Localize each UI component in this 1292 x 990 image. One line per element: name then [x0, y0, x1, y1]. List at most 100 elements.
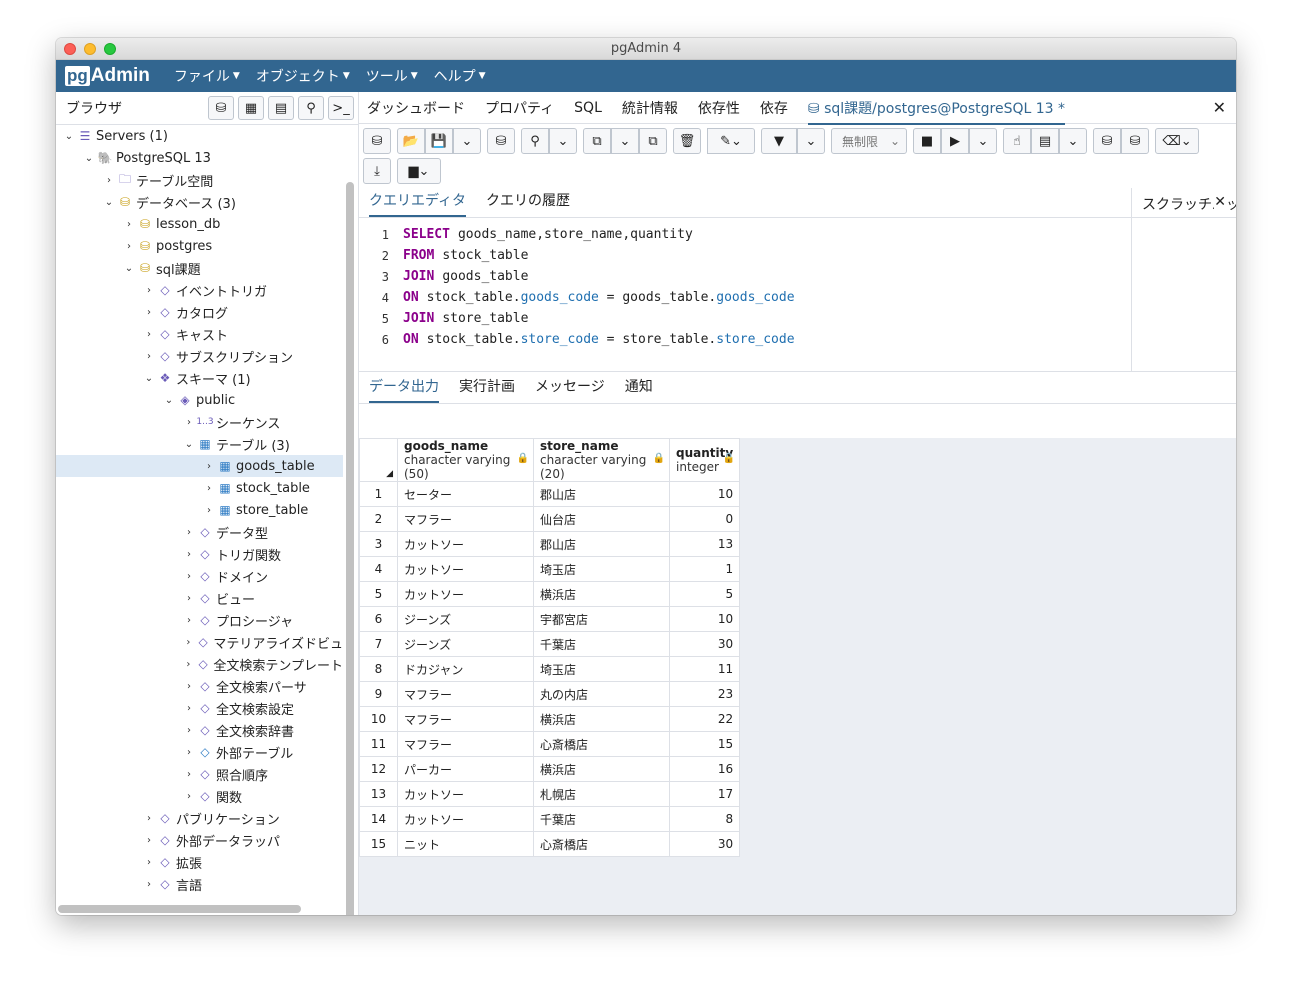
chevron-down-icon[interactable]: ⌄	[142, 373, 156, 384]
close-tab-button[interactable]: ✕	[1213, 98, 1226, 117]
find-options-button[interactable]: ⌄	[549, 128, 577, 154]
tab-dependencies[interactable]: 依存性	[698, 98, 740, 118]
table-cell[interactable]: 郡山店	[533, 481, 670, 507]
chevron-down-icon[interactable]: ⌄	[102, 197, 116, 208]
tree-node[interactable]: › ⛁ lesson_db	[56, 213, 343, 235]
tree-node[interactable]: ⌄ ⛁ sql課題	[56, 257, 343, 279]
table-cell[interactable]: 宇都宮店	[533, 606, 670, 632]
menu-tools[interactable]: ツール ▼	[366, 66, 418, 86]
table-cell[interactable]: 丸の内店	[533, 681, 670, 707]
row-number[interactable]: 5	[359, 581, 398, 607]
tree-node[interactable]: › ◇ ビュー	[56, 587, 343, 609]
tree-node[interactable]: ⌄ ⛁ データベース (3)	[56, 191, 343, 213]
close-window-button[interactable]	[64, 43, 76, 55]
row-number[interactable]: 4	[359, 556, 398, 582]
tree-node[interactable]: › 1..3 シーケンス	[56, 411, 343, 433]
table-cell[interactable]: セーター	[397, 481, 534, 507]
chevron-right-icon[interactable]: ›	[182, 615, 196, 626]
server-button[interactable]: ⛁	[363, 128, 391, 154]
chevron-right-icon[interactable]: ›	[142, 307, 156, 318]
tree-node[interactable]: › ◇ トリガ関数	[56, 543, 343, 565]
table-cell[interactable]: 23	[668, 681, 741, 707]
open-file-button[interactable]: 📂	[397, 128, 425, 154]
tree-vertical-scrollbar[interactable]	[346, 182, 354, 915]
explain-analyze-button[interactable]: ▤	[1031, 128, 1059, 154]
tree-horizontal-scrollbar[interactable]	[58, 905, 301, 913]
row-number[interactable]: 15	[359, 831, 398, 857]
tree-node[interactable]: › ◇ 照合順序	[56, 763, 343, 785]
table-row[interactable]: 5 カットソー 横浜店 5	[359, 581, 741, 607]
chevron-right-icon[interactable]: ›	[142, 813, 156, 824]
table-cell[interactable]: カットソー	[397, 581, 534, 607]
tree-node[interactable]: › ◇ カタログ	[56, 301, 343, 323]
table-cell[interactable]: 0	[668, 506, 741, 532]
tree-node[interactable]: › ◇ データ型	[56, 521, 343, 543]
row-number[interactable]: 9	[359, 681, 398, 707]
tree-node[interactable]: › ▦ stock_table	[56, 477, 343, 499]
grid-corner[interactable]: ◢	[359, 438, 398, 482]
chevron-right-icon[interactable]: ›	[182, 747, 196, 758]
query-tool-button[interactable]: ⛁	[208, 96, 234, 120]
close-scratch-button[interactable]: ✕	[1214, 194, 1226, 210]
row-number[interactable]: 1	[359, 481, 398, 507]
chevron-right-icon[interactable]: ›	[182, 659, 195, 670]
tab-explain[interactable]: 実行計画	[459, 376, 515, 403]
zoom-window-button[interactable]	[104, 43, 116, 55]
save-file-button[interactable]: 💾	[425, 128, 453, 154]
chevron-right-icon[interactable]: ›	[122, 219, 136, 230]
tree-node[interactable]: › ◇ 全文検索設定	[56, 697, 343, 719]
table-cell[interactable]: 30	[668, 831, 741, 857]
tree-node[interactable]: › ◇ プロシージャ	[56, 609, 343, 631]
row-number[interactable]: 2	[359, 506, 398, 532]
filter-button[interactable]: ▼	[761, 128, 797, 154]
chevron-down-icon[interactable]: ⌄	[162, 395, 176, 406]
tab-notifications[interactable]: 通知	[625, 376, 653, 403]
row-number[interactable]: 12	[359, 756, 398, 782]
execute-button[interactable]: ▶	[941, 128, 969, 154]
table-cell[interactable]: マフラー	[397, 681, 534, 707]
view-data-button[interactable]: ▦	[238, 96, 264, 120]
chevron-right-icon[interactable]: ›	[182, 527, 196, 538]
table-cell[interactable]: 13	[668, 531, 741, 557]
rollback-button[interactable]: ⛁	[1121, 128, 1149, 154]
tree-node[interactable]: › 🗀 テーブル空間	[56, 169, 343, 191]
chevron-right-icon[interactable]: ›	[122, 241, 136, 252]
save-data-button[interactable]: ⛁	[487, 128, 515, 154]
table-cell[interactable]: 札幌店	[533, 781, 670, 807]
tab-query-editor[interactable]: クエリエディタ	[369, 190, 467, 217]
execute-options-button[interactable]: ⌄	[969, 128, 997, 154]
row-number[interactable]: 10	[359, 706, 398, 732]
table-cell[interactable]: 心斎橋店	[533, 731, 670, 757]
clear-button[interactable]: ⌫⌄	[1155, 128, 1199, 154]
tree-node[interactable]: ⌄ ▦ テーブル (3)	[56, 433, 343, 455]
tree-node[interactable]: › ▦ store_table	[56, 499, 343, 521]
edit-button[interactable]: ✎⌄	[707, 128, 755, 154]
tab-data-output[interactable]: データ出力	[369, 376, 439, 403]
chevron-right-icon[interactable]: ›	[202, 483, 216, 494]
tree-node[interactable]: › ◇ キャスト	[56, 323, 343, 345]
column-header-goods-name[interactable]: goods_name character varying (50) 🔒	[397, 438, 534, 482]
table-row[interactable]: 1 セーター 郡山店 10	[359, 481, 741, 507]
tree-node[interactable]: › ◇ 言語	[56, 873, 343, 895]
tree-node[interactable]: ⌄ ☰ Servers (1)	[56, 125, 343, 147]
tab-dashboard[interactable]: ダッシュボード	[367, 98, 465, 118]
table-cell[interactable]: ニット	[397, 831, 534, 857]
tree-node[interactable]: ⌄ ◈ public	[56, 389, 343, 411]
table-cell[interactable]: カットソー	[397, 531, 534, 557]
paste-button[interactable]: ⧉	[639, 128, 667, 154]
delete-button[interactable]: 🗑	[673, 128, 701, 154]
table-cell[interactable]: 30	[668, 631, 741, 657]
table-cell[interactable]: カットソー	[397, 806, 534, 832]
table-cell[interactable]: 横浜店	[533, 706, 670, 732]
table-cell[interactable]: マフラー	[397, 731, 534, 757]
find-button[interactable]: ⚲	[521, 128, 549, 154]
row-number[interactable]: 14	[359, 806, 398, 832]
menu-file[interactable]: ファイル ▼	[174, 66, 240, 86]
row-limit-select[interactable]: 無制限 ⌄	[831, 128, 907, 154]
chevron-right-icon[interactable]: ›	[182, 549, 196, 560]
table-row[interactable]: 12 パーカー 横浜店 16	[359, 756, 741, 782]
chevron-right-icon[interactable]: ›	[182, 769, 196, 780]
chevron-right-icon[interactable]: ›	[182, 637, 195, 648]
table-cell[interactable]: 横浜店	[533, 756, 670, 782]
chevron-right-icon[interactable]: ›	[102, 175, 116, 186]
